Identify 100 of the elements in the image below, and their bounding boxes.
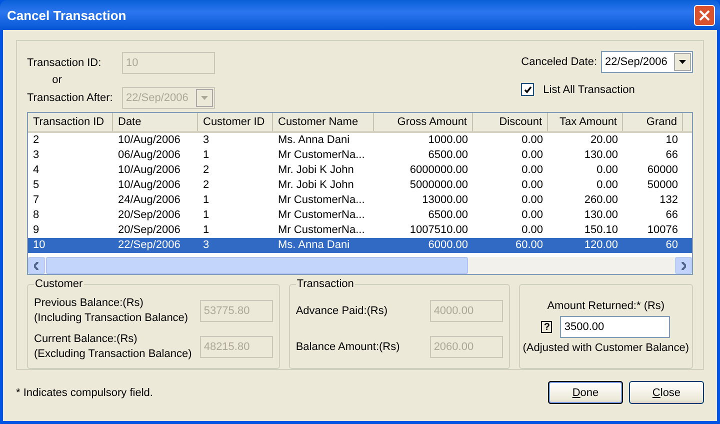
table-row[interactable]: 8 20/Sep/2006 1 Mr CustomerNa... 6500.00 0.00 130.00 66 (28, 208, 692, 223)
table-cell-text: 1 (202, 148, 210, 163)
table-cell-text: 6000000.00 (408, 162, 469, 178)
table-cell-text: 3 (32, 148, 40, 163)
table-cell-text: 2 (32, 132, 40, 148)
checkbox-label: List All Transaction (543, 84, 635, 96)
table-cell-text: 20/Sep/2006 (117, 222, 182, 238)
table-cell-text: 0.00 (520, 148, 544, 163)
field-label: Previous Balance:(Rs) (Including Transaction Balance) (34, 296, 188, 326)
table-cell-text: 2 (202, 178, 210, 193)
footnote: * Indicates compulsory field. (16, 386, 153, 398)
table-cell-text: 5000000.00 (408, 178, 469, 193)
date-dropdown[interactable]: 22/Sep/2006 (601, 51, 693, 73)
field-label: Transaction ID: (27, 56, 102, 69)
table-row[interactable]: 3 06/Aug/2006 1 Mr CustomerNa... 6500.00 0.00 130.00 66 (28, 148, 692, 163)
table-cell-text: 10/Aug/2006 (117, 162, 182, 178)
table-row[interactable]: 10 22/Sep/2006 3 Ms. Anna Dani 6000.00 60.00 120.00 60 (28, 238, 692, 253)
horizontal-scrollbar[interactable] (28, 257, 692, 274)
table-cell-text: 9 (32, 222, 40, 238)
table-cell-text: 20/Sep/2006 (117, 208, 182, 223)
table-cell-text: 120.00 (583, 238, 619, 253)
table-cell-text: 4 (32, 162, 40, 178)
table-row[interactable]: 4 10/Aug/2006 2 Mr. Jobi K John 6000000.00 0.00 0.00 60000 (28, 162, 692, 178)
table-cell-text: 1 (202, 222, 210, 238)
table-cell-text: 66 (664, 208, 679, 223)
table-cell-text: 10 (664, 132, 679, 148)
dialog-button[interactable]: Done (548, 381, 623, 404)
table-cell-text: 10/Aug/2006 (117, 178, 182, 193)
column-header[interactable]: Grand (623, 112, 683, 131)
window-title: Cancel Transaction (7, 8, 126, 22)
table-cell-text: 0.00 (596, 162, 619, 178)
table-cell-text: 60000 (646, 162, 679, 178)
table-cell-text: Mr CustomerNa... (277, 192, 366, 208)
scroll-left-button[interactable] (28, 257, 45, 274)
table-cell-text: 66 (664, 148, 679, 163)
field-label: Balance Amount:(Rs) (296, 340, 400, 355)
field-label: Current Balance:(Rs) (Excluding Transaction Balance) (34, 332, 192, 362)
field-label: Amount Returned:* (Rs) (547, 300, 665, 312)
table-cell-text: 0.00 (520, 162, 544, 178)
table-cell-text: 260.00 (583, 192, 619, 208)
table-row[interactable]: 9 20/Sep/2006 1 Mr CustomerNa... 1007510.00 0.00 150.10 10076 (28, 222, 692, 238)
table-cell-text: 3 (202, 238, 210, 253)
table-cell-text: 1 (202, 192, 210, 208)
field-label: Transaction After: (27, 92, 114, 104)
dialog-button[interactable]: Close (629, 381, 704, 404)
table-cell-text: 20.00 (589, 132, 619, 148)
table-cell-text: 50000 (646, 178, 679, 193)
table-cell-text: 10/Aug/2006 (117, 132, 182, 148)
table-cell-text: Mr CustomerNa... (277, 148, 366, 163)
table-cell-text: 13000.00 (421, 192, 469, 208)
table-cell-text: 06/Aug/2006 (117, 148, 182, 163)
table-row[interactable]: 2 10/Aug/2006 3 Ms. Anna Dani 1000.00 0.00 20.00 10 (28, 132, 692, 148)
close-icon (699, 10, 710, 20)
table-cell-text: 5 (32, 178, 40, 193)
table-cell-text: 60.00 (514, 238, 544, 253)
table-row[interactable]: 5 10/Aug/2006 2 Mr. Jobi K John 5000000.00 0.00 0.00 50000 (28, 178, 692, 193)
table-cell-text: 132 (658, 192, 679, 208)
table-cell-text: 10 (32, 238, 46, 253)
table-cell-text: 0.00 (520, 132, 544, 148)
table-cell-text: 130.00 (583, 208, 619, 223)
table-cell-text: 22/Sep/2006 (117, 238, 182, 253)
table-cell-text: 2 (202, 162, 210, 178)
column-header[interactable]: Tax Amount (548, 112, 623, 131)
table-cell-text: 130.00 (583, 148, 619, 163)
column-header[interactable]: Gross Amount (374, 112, 473, 131)
table-cell-text: 8 (32, 208, 40, 223)
help-button[interactable]: ? (541, 320, 552, 333)
chevron-left-icon (34, 262, 39, 270)
scrollbar-thumb[interactable] (46, 257, 468, 274)
table-cell-text: 10076 (646, 222, 679, 238)
table-cell-text: Mr CustomerNa... (277, 222, 366, 238)
table-cell-text: Ms. Anna Dani (277, 132, 351, 148)
table-cell-text: 1 (202, 208, 210, 223)
scroll-right-button[interactable] (675, 257, 692, 274)
field-label: Advance Paid:(Rs) (296, 304, 388, 319)
table-cell-text: 0.00 (596, 178, 619, 193)
column-header[interactable]: Customer Name (273, 112, 374, 131)
column-header[interactable]: Customer ID (198, 112, 273, 131)
table-cell-text: 0.00 (520, 208, 544, 223)
column-header[interactable]: Discount (473, 112, 548, 131)
table-cell-text: 6500.00 (427, 208, 469, 223)
amount-field[interactable]: 3500.00 (560, 316, 670, 338)
table-cell-text: 1000.00 (427, 132, 469, 148)
table-cell-text: 6000.00 (427, 238, 469, 253)
column-header[interactable]: Date (113, 112, 198, 131)
chevron-right-icon (681, 262, 686, 270)
or-label: or (51, 75, 63, 86)
table-cell-text: Mr CustomerNa... (277, 208, 366, 223)
column-header[interactable]: Transaction ID (28, 112, 113, 131)
table-cell-text: 6500.00 (427, 148, 469, 163)
field-label: Canceled Date: (521, 56, 597, 68)
table-cell-text: 1007510.00 (408, 222, 469, 238)
table-cell-text: Mr. Jobi K John (277, 162, 355, 178)
table-cell-text: 24/Aug/2006 (117, 192, 182, 208)
table-cell-text: Mr. Jobi K John (277, 178, 355, 193)
field-note: (Adjusted with Customer Balance) (522, 342, 690, 354)
checkbox[interactable] (521, 83, 534, 96)
table-cell-text: 0.00 (520, 222, 544, 238)
table-row[interactable]: 7 24/Aug/2006 1 Mr CustomerNa... 13000.00 0.00 260.00 132 (28, 192, 692, 208)
close-window-button[interactable] (694, 4, 715, 26)
